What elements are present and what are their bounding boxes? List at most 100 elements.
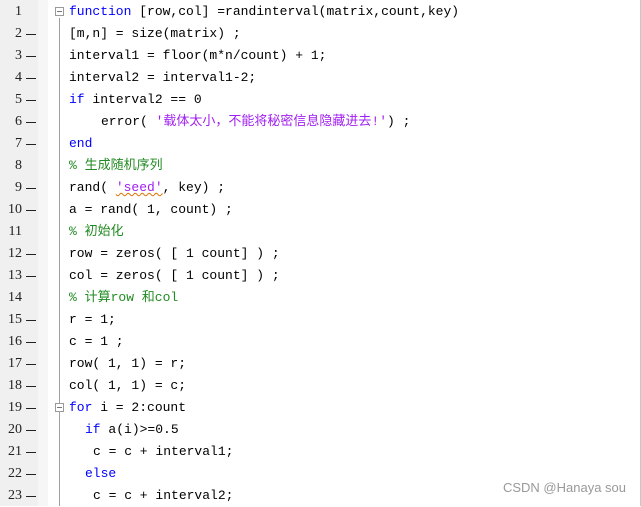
code-line[interactable]: 1 function [row,col] =randinterval(matrix… [0,1,641,23]
code-line[interactable]: 14 % 计算row 和col [0,287,641,309]
code-token: col = zeros( [ 1 count] ) ; [69,268,280,283]
line-number: 16 [8,334,22,349]
keyword: if [85,422,101,437]
breakpoint-dash-icon[interactable] [26,254,36,255]
line-number: 3 [15,48,22,63]
code-text: else [85,463,116,485]
keyword: function [69,4,132,19]
code-line[interactable]: 8 % 生成随机序列 [0,155,641,177]
code-token: i = 2:count [92,400,187,415]
code-text: % 生成随机序列 [69,155,163,177]
code-token: interval2 = interval1-2; [69,70,257,85]
code-text: c = c + interval2; [93,485,233,507]
line-number: 19 [8,400,22,415]
code-text: row( 1, 1) = r; [69,353,186,375]
code-text: interval1 = floor(m*n/count) + 1; [69,45,326,67]
code-line[interactable]: 11 % 初始化 [0,221,641,243]
keyword: if [69,92,85,107]
code-text: c = c + interval1; [93,441,233,463]
code-text: row = zeros( [ 1 count] ) ; [69,243,280,265]
code-line[interactable]: 10 a = rand( 1, count) ; [0,199,641,221]
line-number: 11 [8,224,22,239]
code-line[interactable]: 4 interval2 = interval1-2; [0,67,641,89]
code-token: c = c + interval2; [93,488,234,503]
code-token: ) ; [387,114,411,129]
code-editor[interactable]: 1 function [row,col] =randinterval(matrix… [0,0,641,506]
code-token: , key) ; [162,180,226,195]
code-line[interactable]: 18 col( 1, 1) = c; [0,375,641,397]
code-line[interactable]: 2 [m,n] = size(matrix) ; [0,23,641,45]
line-number: 15 [8,312,22,327]
keyword: for [69,400,93,415]
code-text: [m,n] = size(matrix) ; [69,23,241,45]
line-number: 7 [15,136,22,151]
code-line[interactable]: 9 rand( 'seed', key) ; [0,177,641,199]
code-text: error( '载体太小，不能将秘密信息隐藏进去!') ; [101,111,410,133]
code-token: [row,col] =randinterval(matrix,count,key… [131,4,460,19]
line-number: 12 [8,246,22,261]
code-line[interactable]: 6 error( '载体太小，不能将秘密信息隐藏进去!') ; [0,111,641,133]
line-number: 17 [8,356,22,371]
breakpoint-dash-icon[interactable] [26,34,36,35]
fold-collapse-icon[interactable] [55,7,64,16]
code-line[interactable]: 7 end [0,133,641,155]
breakpoint-dash-icon[interactable] [26,100,36,101]
line-number: 13 [8,268,22,283]
code-text: col( 1, 1) = c; [69,375,186,397]
code-line[interactable]: 13 col = zeros( [ 1 count] ) ; [0,265,641,287]
string-literal: 'seed' [115,180,163,195]
line-number: 6 [15,114,22,129]
code-line[interactable]: 17 row( 1, 1) = r; [0,353,641,375]
breakpoint-dash-icon[interactable] [26,364,36,365]
code-token: error( [101,114,156,129]
breakpoint-dash-icon[interactable] [26,342,36,343]
breakpoint-dash-icon[interactable] [26,276,36,277]
code-token: rand( [69,180,116,195]
code-token: a = rand( 1, count) ; [69,202,233,217]
breakpoint-dash-icon[interactable] [26,122,36,123]
line-number: 22 [8,466,22,481]
code-text: if interval2 == 0 [69,89,202,111]
breakpoint-dash-icon[interactable] [26,78,36,79]
code-line[interactable]: 12 row = zeros( [ 1 count] ) ; [0,243,641,265]
breakpoint-dash-icon[interactable] [26,144,36,145]
breakpoint-dash-icon[interactable] [26,56,36,57]
code-text: col = zeros( [ 1 count] ) ; [69,265,280,287]
breakpoint-dash-icon[interactable] [26,496,36,497]
code-token: row = zeros( [ 1 count] ) ; [69,246,280,261]
breakpoint-dash-icon[interactable] [26,452,36,453]
code-token: interval1 = floor(m*n/count) + 1; [69,48,327,63]
line-number: 5 [15,92,22,107]
line-number: 2 [15,26,22,41]
code-text: % 初始化 [69,221,124,243]
line-number: 9 [15,180,22,195]
breakpoint-dash-icon[interactable] [26,430,36,431]
keyword: end [69,136,93,151]
code-text: for i = 2:count [69,397,186,419]
code-line[interactable]: 20 if a(i)>=0.5 [0,419,641,441]
line-number: 10 [8,202,22,217]
breakpoint-dash-icon[interactable] [26,210,36,211]
breakpoint-dash-icon[interactable] [26,320,36,321]
breakpoint-dash-icon[interactable] [26,474,36,475]
code-token: c = c + interval1; [93,444,234,459]
code-line[interactable]: 21 c = c + interval1; [0,441,641,463]
code-line[interactable]: 19 for i = 2:count [0,397,641,419]
breakpoint-dash-icon[interactable] [26,188,36,189]
breakpoint-dash-icon[interactable] [26,386,36,387]
code-text: interval2 = interval1-2; [69,67,256,89]
line-number: 21 [8,444,22,459]
code-token: [m,n] = size(matrix) ; [69,26,241,41]
fold-collapse-icon[interactable] [55,403,64,412]
line-number: 8 [15,158,22,173]
line-number: 23 [8,488,22,503]
comment: % 初始化 [69,224,124,239]
code-line[interactable]: 5 if interval2 == 0 [0,89,641,111]
breakpoint-dash-icon[interactable] [26,408,36,409]
code-token: row( 1, 1) = r; [69,356,187,371]
code-token: c = 1 ; [69,334,124,349]
code-line[interactable]: 16 c = 1 ; [0,331,641,353]
code-text: c = 1 ; [69,331,124,353]
code-line[interactable]: 3 interval1 = floor(m*n/count) + 1; [0,45,641,67]
code-line[interactable]: 15 r = 1; [0,309,641,331]
